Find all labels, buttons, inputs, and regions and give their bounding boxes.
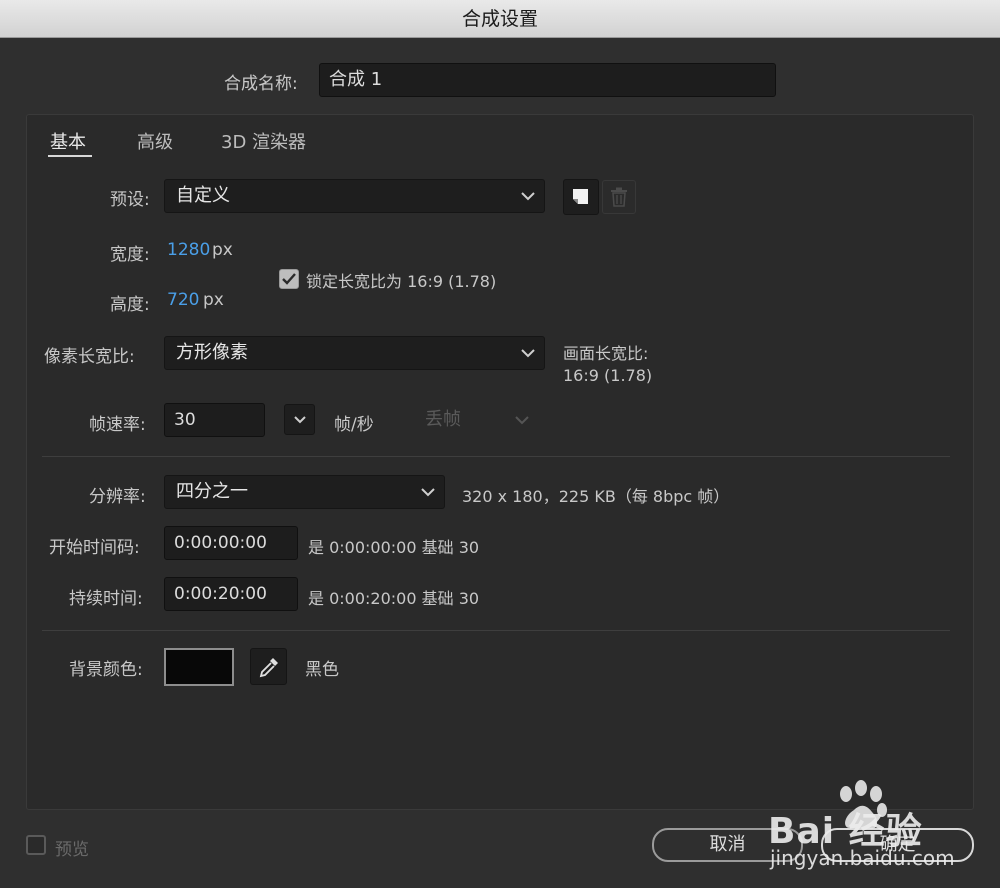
ok-button[interactable]: 确定: [821, 828, 974, 862]
resolution-value: 四分之一: [176, 481, 248, 502]
active-tab-indicator: [48, 155, 92, 157]
resolution-label: 分辨率:: [89, 487, 146, 507]
background-color-swatch[interactable]: [164, 648, 234, 686]
frame-aspect-value: 16:9 (1.78): [563, 366, 653, 385]
lock-aspect-checkbox[interactable]: [279, 269, 299, 289]
width-value[interactable]: 1280: [167, 240, 210, 260]
duration-input[interactable]: 0:00:20:00: [164, 577, 298, 611]
comp-name-input[interactable]: 合成 1: [319, 63, 776, 97]
width-label: 宽度:: [110, 245, 150, 265]
trash-icon: [611, 187, 627, 207]
window-title: 合成设置: [461, 8, 538, 30]
window-title-bar: 合成设置: [0, 0, 1000, 38]
background-color-name: 黑色: [305, 660, 339, 680]
chevron-down-icon: [421, 488, 435, 497]
preset-dropdown[interactable]: 自定义: [164, 179, 545, 213]
eyedropper-icon: [259, 657, 278, 677]
height-value[interactable]: 720: [167, 290, 199, 310]
cancel-button[interactable]: 取消: [652, 828, 803, 862]
duration-info: 是 0:00:20:00 基础 30: [308, 589, 480, 608]
tab-3d-renderer[interactable]: 3D 渲染器: [221, 128, 306, 154]
divider: [42, 630, 950, 631]
drop-frame-value: 丢帧: [425, 409, 461, 430]
resolution-info: 320 x 180，225 KB（每 8bpc 帧）: [462, 487, 730, 506]
divider: [42, 456, 950, 457]
chevron-down-icon: [515, 416, 529, 425]
start-timecode-info: 是 0:00:00:00 基础 30: [308, 538, 480, 557]
frame-rate-input[interactable]: 30: [164, 403, 265, 437]
background-color-label: 背景颜色:: [69, 660, 143, 680]
save-preset-button[interactable]: [563, 179, 599, 215]
tab-advanced[interactable]: 高级: [137, 128, 173, 154]
preview-label: 预览: [55, 840, 89, 860]
pixel-aspect-dropdown[interactable]: 方形像素: [164, 336, 545, 370]
frame-rate-menu-button[interactable]: [284, 404, 315, 435]
checkmark-icon: [282, 273, 296, 285]
preview-checkbox[interactable]: [26, 835, 46, 855]
height-unit: px: [203, 290, 224, 310]
pixel-aspect-label: 像素长宽比:: [44, 347, 135, 367]
frame-rate-unit: 帧/秒: [334, 415, 374, 435]
start-timecode-label: 开始时间码:: [49, 538, 140, 558]
start-timecode-input[interactable]: 0:00:00:00: [164, 526, 298, 560]
preset-value: 自定义: [176, 185, 230, 206]
comp-name-label: 合成名称:: [224, 74, 298, 94]
duration-label: 持续时间:: [69, 589, 143, 609]
tab-basic[interactable]: 基本: [50, 128, 86, 154]
pixel-aspect-value: 方形像素: [176, 342, 248, 363]
height-label: 高度:: [110, 295, 150, 315]
drop-frame-dropdown: 丢帧: [413, 403, 539, 437]
eyedropper-button[interactable]: [250, 648, 287, 685]
settings-panel: [26, 114, 974, 810]
frame-aspect-label: 画面长宽比:: [563, 344, 649, 363]
width-unit: px: [212, 240, 233, 260]
delete-preset-button[interactable]: [602, 180, 636, 214]
chevron-down-icon: [293, 416, 306, 424]
preset-label: 预设:: [110, 190, 150, 210]
lock-aspect-label: 锁定长宽比为 16:9 (1.78): [306, 272, 497, 291]
frame-rate-label: 帧速率:: [89, 415, 146, 435]
chevron-down-icon: [521, 192, 535, 201]
save-preset-icon: [573, 189, 588, 204]
resolution-dropdown[interactable]: 四分之一: [164, 475, 445, 509]
chevron-down-icon: [521, 349, 535, 358]
